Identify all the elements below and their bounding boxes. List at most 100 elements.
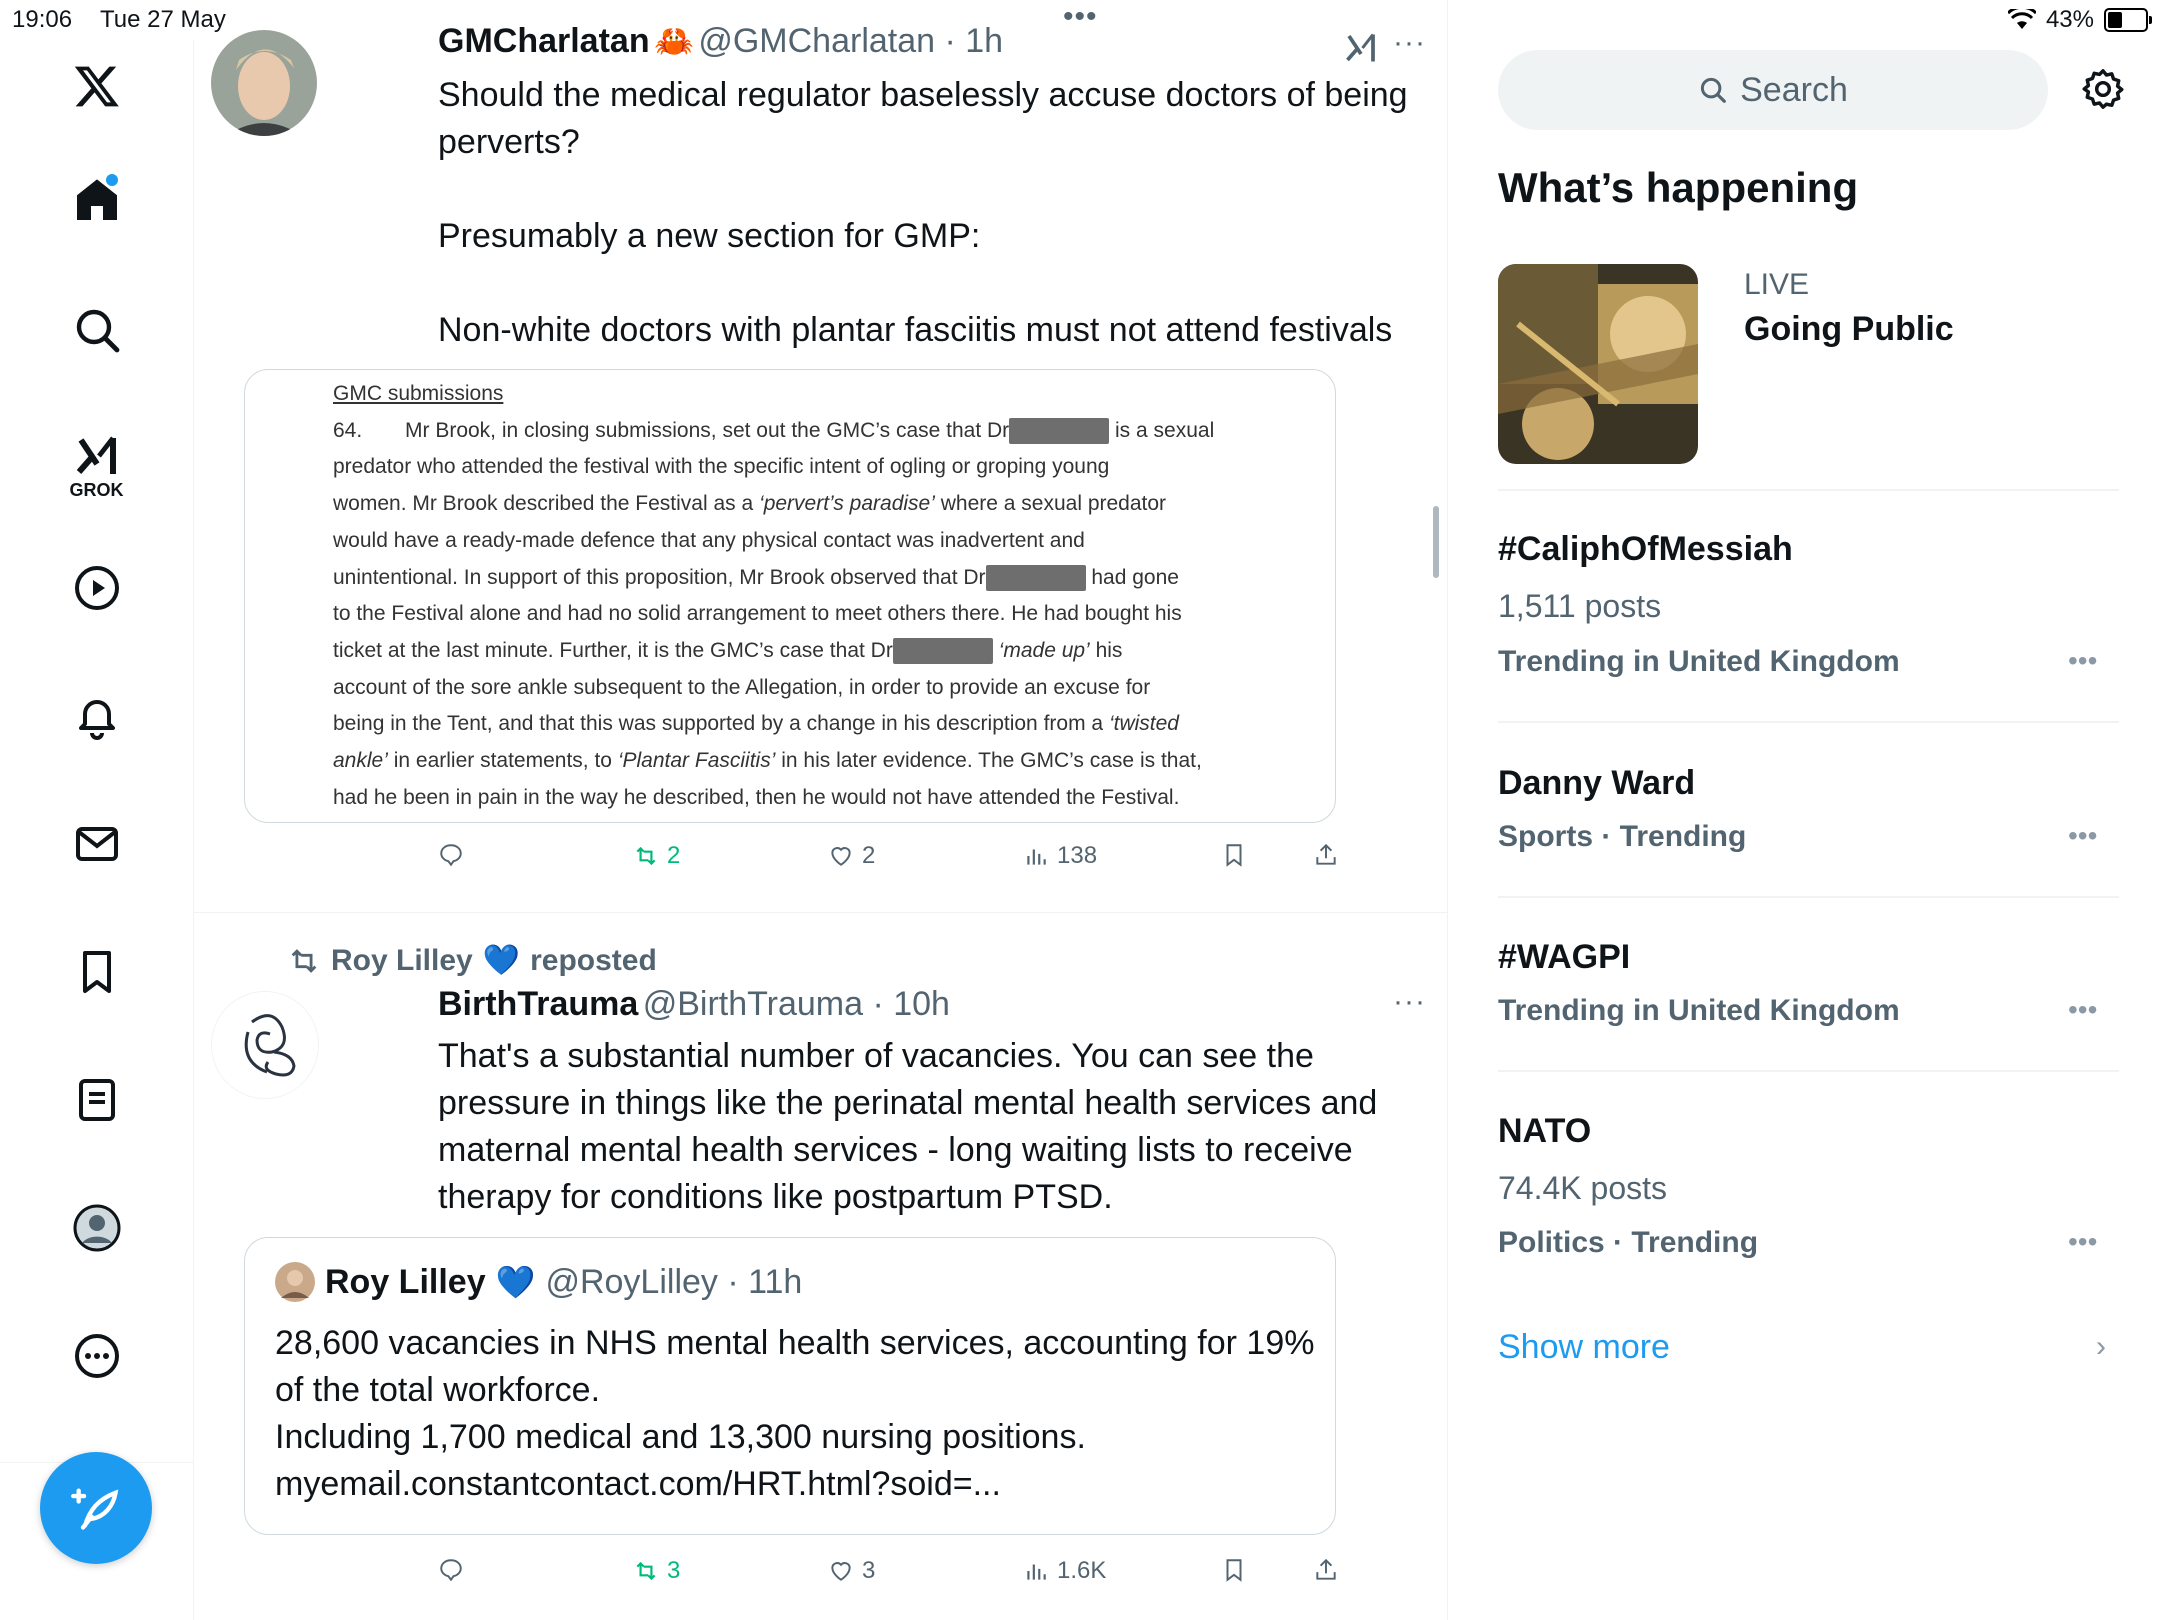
bookmarks-icon[interactable] xyxy=(0,948,193,996)
heart-icon xyxy=(831,1562,851,1581)
settings-gear-icon[interactable] xyxy=(2080,66,2126,117)
compose-post-button[interactable] xyxy=(40,1452,152,1564)
video-icon[interactable] xyxy=(0,564,193,612)
tweet-header: GMCharlatan 🦀 @GMCharlatan · 1h xyxy=(438,22,1003,61)
trend-meta: Sports · Trending xyxy=(1498,820,1747,853)
reply-button[interactable] xyxy=(438,1557,464,1583)
avatar[interactable] xyxy=(211,991,319,1099)
trend-post-count: 1,511 posts xyxy=(1498,588,1662,624)
trend-item[interactable]: NATO 74.4K posts Politics · Trending ••• xyxy=(1448,1088,2160,1298)
quote-handle-time[interactable]: @RoyLilley · 11h xyxy=(545,1263,802,1302)
quoted-tweet[interactable]: Roy Lilley 💙 @RoyLilley · 11h 28,600 vac… xyxy=(244,1237,1336,1535)
doc-line: ticket at the last minute. Further, it i… xyxy=(333,638,893,662)
display-name[interactable]: BirthTrauma xyxy=(438,985,638,1023)
display-name[interactable]: GMCharlatan xyxy=(438,22,650,60)
trend-title: Danny Ward xyxy=(1498,764,1696,802)
repost-by[interactable]: Roy Lilley xyxy=(331,944,473,978)
trend-more-icon[interactable]: ••• xyxy=(2068,994,2097,1026)
doc-italic: ‘Plantar Fasciitis’ xyxy=(617,749,776,773)
views-button[interactable]: 1.6K xyxy=(1023,1557,1106,1585)
tweet[interactable]: GMCharlatan 🦀 @GMCharlatan · 1h ··· Shou… xyxy=(193,0,1447,913)
trend-item[interactable]: #CaliphOfMessiah 1,511 posts Trending in… xyxy=(1448,510,2160,720)
views-chart-icon xyxy=(1027,849,1046,865)
scrollbar[interactable] xyxy=(1433,506,1439,578)
more-options-icon[interactable] xyxy=(0,1332,193,1380)
doc-line: had he been in pain in the way he descri… xyxy=(333,785,1180,809)
reply-icon xyxy=(440,844,462,867)
quote-display-name[interactable]: Roy Lilley xyxy=(325,1263,486,1302)
repost-label: reposted xyxy=(530,943,657,977)
trend-post-count: 74.4K posts xyxy=(1498,1170,1667,1206)
avatar[interactable] xyxy=(211,30,317,136)
chevron-right-icon[interactable]: › xyxy=(2096,1330,2106,1364)
tweet-actions: 3 3 1.6K xyxy=(438,1557,1438,1597)
like-button[interactable]: 2 xyxy=(828,842,875,870)
redaction-box xyxy=(985,564,1086,591)
doc-line: account of the sore ankle subsequent to … xyxy=(333,675,1151,699)
notifications-bell-icon[interactable] xyxy=(0,692,193,740)
quote-text: 28,600 vacancies in NHS mental health se… xyxy=(275,1324,1315,1503)
doc-line: where a sexual predator xyxy=(940,492,1167,516)
trend-title: #WAGPI xyxy=(1498,938,1631,976)
like-button[interactable]: 3 xyxy=(828,1557,875,1585)
repost-button[interactable]: 2 xyxy=(633,842,680,870)
home-notification-dot xyxy=(104,172,120,188)
divider xyxy=(1498,1070,2119,1072)
doc-italic: ‘made up’ xyxy=(998,638,1090,662)
trend-item[interactable]: Danny Ward Sports · Trending ••• xyxy=(1448,740,2160,894)
crab-emoji-icon: 🦀 xyxy=(654,23,694,59)
divider xyxy=(1498,489,2119,491)
repost-count: 3 xyxy=(667,1557,681,1584)
views-button[interactable]: 138 xyxy=(1023,842,1097,870)
lists-icon[interactable] xyxy=(0,1076,193,1124)
heart-emoji-icon: 💙 xyxy=(495,1264,536,1300)
bookmark-button[interactable] xyxy=(1221,842,1247,868)
grok-explain-icon[interactable] xyxy=(1343,30,1379,71)
handle-time[interactable]: @BirthTrauma · 10h xyxy=(643,985,950,1023)
trend-item[interactable]: #WAGPI Trending in United Kingdom ••• xyxy=(1448,914,2160,1068)
live-thumbnail[interactable] xyxy=(1498,264,1698,464)
live-title[interactable]: Going Public xyxy=(1744,310,1954,349)
profile-avatar-icon[interactable] xyxy=(0,1204,193,1252)
trend-more-icon[interactable]: ••• xyxy=(2068,1226,2097,1258)
handle-time[interactable]: @GMCharlatan · 1h xyxy=(698,22,1003,60)
messages-envelope-icon[interactable] xyxy=(0,820,193,868)
repost-count: 2 xyxy=(667,842,681,869)
section-title: What’s happening xyxy=(1498,164,1859,211)
doc-line: predator who attended the festival with … xyxy=(333,455,1110,479)
avatar[interactable] xyxy=(275,1262,315,1302)
repost-button[interactable]: 3 xyxy=(633,1557,680,1585)
tweet-text: Should the medical regulator baselessly … xyxy=(438,76,1408,349)
share-button[interactable] xyxy=(1313,1557,1339,1583)
bookmark-icon xyxy=(1226,1559,1242,1582)
view-count: 138 xyxy=(1057,842,1098,869)
trend-more-icon[interactable]: ••• xyxy=(2068,645,2097,677)
reply-button[interactable] xyxy=(438,842,464,868)
trend-more-icon[interactable]: ••• xyxy=(2068,820,2097,852)
views-chart-icon xyxy=(1027,1564,1046,1580)
repost-context: Roy Lilley 💙 reposted xyxy=(287,943,657,978)
grok-icon[interactable] xyxy=(0,432,193,480)
search-placeholder: Search xyxy=(1740,70,1848,109)
share-button[interactable] xyxy=(1313,842,1339,868)
share-icon xyxy=(1316,843,1336,865)
more-icon[interactable]: ··· xyxy=(1393,26,1426,60)
show-more-link[interactable]: Show more xyxy=(1498,1328,1670,1367)
bookmark-button[interactable] xyxy=(1221,1557,1247,1583)
tweet-text: That's a substantial number of vacancies… xyxy=(438,1037,1387,1216)
bookmark-icon xyxy=(1226,844,1242,867)
status-time: 19:06 xyxy=(12,6,73,33)
x-logo-icon[interactable] xyxy=(0,62,193,110)
doc-line: in earlier statements, to xyxy=(393,749,612,773)
search-input[interactable]: Search xyxy=(1498,50,2048,130)
home-icon[interactable] xyxy=(0,176,193,224)
search-icon[interactable] xyxy=(0,306,193,354)
tweet-actions: 2 2 138 xyxy=(438,842,1438,882)
repost-icon xyxy=(636,1561,656,1581)
doc-heading: GMC submissions xyxy=(333,382,504,405)
tweet-image[interactable]: GMC submissions 64. Mr Brook, in closing … xyxy=(244,369,1336,823)
doc-line: Mr Brook, in closing submissions, set ou… xyxy=(405,418,1010,442)
doc-line: to the Festival alone and had no solid a… xyxy=(333,602,1182,626)
tweet[interactable]: Roy Lilley 💙 reposted BirthTrauma @Birth… xyxy=(193,913,1447,1620)
more-icon[interactable]: ··· xyxy=(1393,985,1426,1019)
